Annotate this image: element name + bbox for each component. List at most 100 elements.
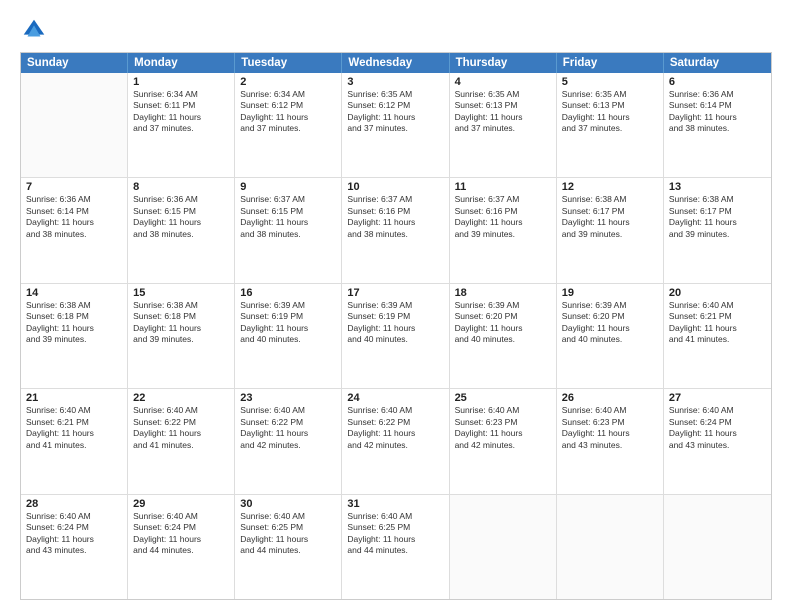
cell-info-line: Daylight: 11 hours <box>455 323 551 334</box>
cell-info-line: Sunset: 6:21 PM <box>26 417 122 428</box>
cell-info-line: Sunrise: 6:40 AM <box>669 405 766 416</box>
cell-info-line: Sunrise: 6:35 AM <box>347 89 443 100</box>
cell-info-line: Sunrise: 6:40 AM <box>133 405 229 416</box>
cell-info-line: Sunset: 6:15 PM <box>133 206 229 217</box>
cell-info-line: and 41 minutes. <box>26 440 122 451</box>
cell-info-line: Daylight: 11 hours <box>133 534 229 545</box>
cal-cell-1-6: 5Sunrise: 6:35 AMSunset: 6:13 PMDaylight… <box>557 73 664 177</box>
cell-info-line: Sunset: 6:15 PM <box>240 206 336 217</box>
cell-info-line: Sunset: 6:18 PM <box>26 311 122 322</box>
cell-info-line: Daylight: 11 hours <box>562 217 658 228</box>
week-row-4: 21Sunrise: 6:40 AMSunset: 6:21 PMDayligh… <box>21 389 771 494</box>
day-number: 16 <box>240 287 336 299</box>
cell-info-line: Sunrise: 6:38 AM <box>133 300 229 311</box>
logo <box>20 16 52 44</box>
day-number: 2 <box>240 76 336 88</box>
day-number: 23 <box>240 392 336 404</box>
day-number: 21 <box>26 392 122 404</box>
cell-info-line: Sunset: 6:24 PM <box>26 522 122 533</box>
cell-info-line: Sunset: 6:11 PM <box>133 100 229 111</box>
cell-info-line: and 37 minutes. <box>347 123 443 134</box>
cell-info-line: Sunrise: 6:40 AM <box>240 405 336 416</box>
cell-info-line: and 42 minutes. <box>455 440 551 451</box>
day-number: 12 <box>562 181 658 193</box>
day-number: 13 <box>669 181 766 193</box>
cell-info-line: Sunset: 6:25 PM <box>347 522 443 533</box>
cell-info-line: and 39 minutes. <box>669 229 766 240</box>
cell-info-line: Sunrise: 6:37 AM <box>455 194 551 205</box>
day-number: 7 <box>26 181 122 193</box>
header-day-friday: Friday <box>557 53 664 73</box>
cell-info-line: and 40 minutes. <box>562 334 658 345</box>
week-row-1: 1Sunrise: 6:34 AMSunset: 6:11 PMDaylight… <box>21 73 771 178</box>
cell-info-line: and 41 minutes. <box>133 440 229 451</box>
day-number: 10 <box>347 181 443 193</box>
cell-info-line: and 43 minutes. <box>669 440 766 451</box>
cal-cell-5-4: 31Sunrise: 6:40 AMSunset: 6:25 PMDayligh… <box>342 495 449 599</box>
cell-info-line: Daylight: 11 hours <box>240 534 336 545</box>
page: SundayMondayTuesdayWednesdayThursdayFrid… <box>0 0 792 612</box>
cell-info-line: Sunset: 6:12 PM <box>347 100 443 111</box>
cell-info-line: and 43 minutes. <box>26 545 122 556</box>
logo-icon <box>20 16 48 44</box>
day-number: 28 <box>26 498 122 510</box>
cell-info-line: Daylight: 11 hours <box>562 428 658 439</box>
cell-info-line: Sunset: 6:19 PM <box>240 311 336 322</box>
cell-info-line: Sunrise: 6:40 AM <box>347 405 443 416</box>
cell-info-line: Daylight: 11 hours <box>133 112 229 123</box>
cell-info-line: Sunrise: 6:39 AM <box>562 300 658 311</box>
cell-info-line: Daylight: 11 hours <box>133 323 229 334</box>
day-number: 1 <box>133 76 229 88</box>
cal-cell-1-3: 2Sunrise: 6:34 AMSunset: 6:12 PMDaylight… <box>235 73 342 177</box>
cell-info-line: Daylight: 11 hours <box>240 217 336 228</box>
day-number: 22 <box>133 392 229 404</box>
cal-cell-2-2: 8Sunrise: 6:36 AMSunset: 6:15 PMDaylight… <box>128 178 235 282</box>
cell-info-line: and 39 minutes. <box>133 334 229 345</box>
cal-cell-3-7: 20Sunrise: 6:40 AMSunset: 6:21 PMDayligh… <box>664 284 771 388</box>
cell-info-line: Sunset: 6:24 PM <box>133 522 229 533</box>
cell-info-line: Sunrise: 6:35 AM <box>455 89 551 100</box>
cell-info-line: Sunset: 6:23 PM <box>455 417 551 428</box>
day-number: 18 <box>455 287 551 299</box>
cell-info-line: Daylight: 11 hours <box>347 534 443 545</box>
cell-info-line: Daylight: 11 hours <box>133 428 229 439</box>
cell-info-line: Daylight: 11 hours <box>669 217 766 228</box>
day-number: 31 <box>347 498 443 510</box>
day-number: 17 <box>347 287 443 299</box>
cell-info-line: Sunrise: 6:39 AM <box>347 300 443 311</box>
cell-info-line: and 42 minutes. <box>347 440 443 451</box>
cell-info-line: Sunset: 6:13 PM <box>562 100 658 111</box>
cell-info-line: and 38 minutes. <box>26 229 122 240</box>
cal-cell-2-4: 10Sunrise: 6:37 AMSunset: 6:16 PMDayligh… <box>342 178 449 282</box>
cell-info-line: Sunset: 6:22 PM <box>133 417 229 428</box>
calendar-body: 1Sunrise: 6:34 AMSunset: 6:11 PMDaylight… <box>21 73 771 599</box>
day-number: 4 <box>455 76 551 88</box>
cell-info-line: Sunrise: 6:40 AM <box>26 405 122 416</box>
cell-info-line: Sunrise: 6:38 AM <box>26 300 122 311</box>
cell-info-line: Daylight: 11 hours <box>455 112 551 123</box>
cell-info-line: Daylight: 11 hours <box>347 112 443 123</box>
cell-info-line: Daylight: 11 hours <box>26 217 122 228</box>
cal-cell-1-2: 1Sunrise: 6:34 AMSunset: 6:11 PMDaylight… <box>128 73 235 177</box>
cell-info-line: Daylight: 11 hours <box>455 217 551 228</box>
cell-info-line: Sunset: 6:14 PM <box>26 206 122 217</box>
cell-info-line: Sunrise: 6:37 AM <box>347 194 443 205</box>
day-number: 29 <box>133 498 229 510</box>
cell-info-line: Daylight: 11 hours <box>562 323 658 334</box>
cell-info-line: Sunset: 6:14 PM <box>669 100 766 111</box>
cell-info-line: Daylight: 11 hours <box>26 323 122 334</box>
cell-info-line: Daylight: 11 hours <box>240 112 336 123</box>
cell-info-line: and 37 minutes. <box>562 123 658 134</box>
cell-info-line: Daylight: 11 hours <box>133 217 229 228</box>
cal-cell-3-1: 14Sunrise: 6:38 AMSunset: 6:18 PMDayligh… <box>21 284 128 388</box>
cell-info-line: Daylight: 11 hours <box>347 428 443 439</box>
cell-info-line: Sunrise: 6:38 AM <box>562 194 658 205</box>
cell-info-line: Sunset: 6:17 PM <box>562 206 658 217</box>
cal-cell-1-1 <box>21 73 128 177</box>
day-number: 11 <box>455 181 551 193</box>
day-number: 9 <box>240 181 336 193</box>
cal-cell-5-6 <box>557 495 664 599</box>
day-number: 30 <box>240 498 336 510</box>
cell-info-line: Daylight: 11 hours <box>347 217 443 228</box>
cell-info-line: Sunset: 6:13 PM <box>455 100 551 111</box>
